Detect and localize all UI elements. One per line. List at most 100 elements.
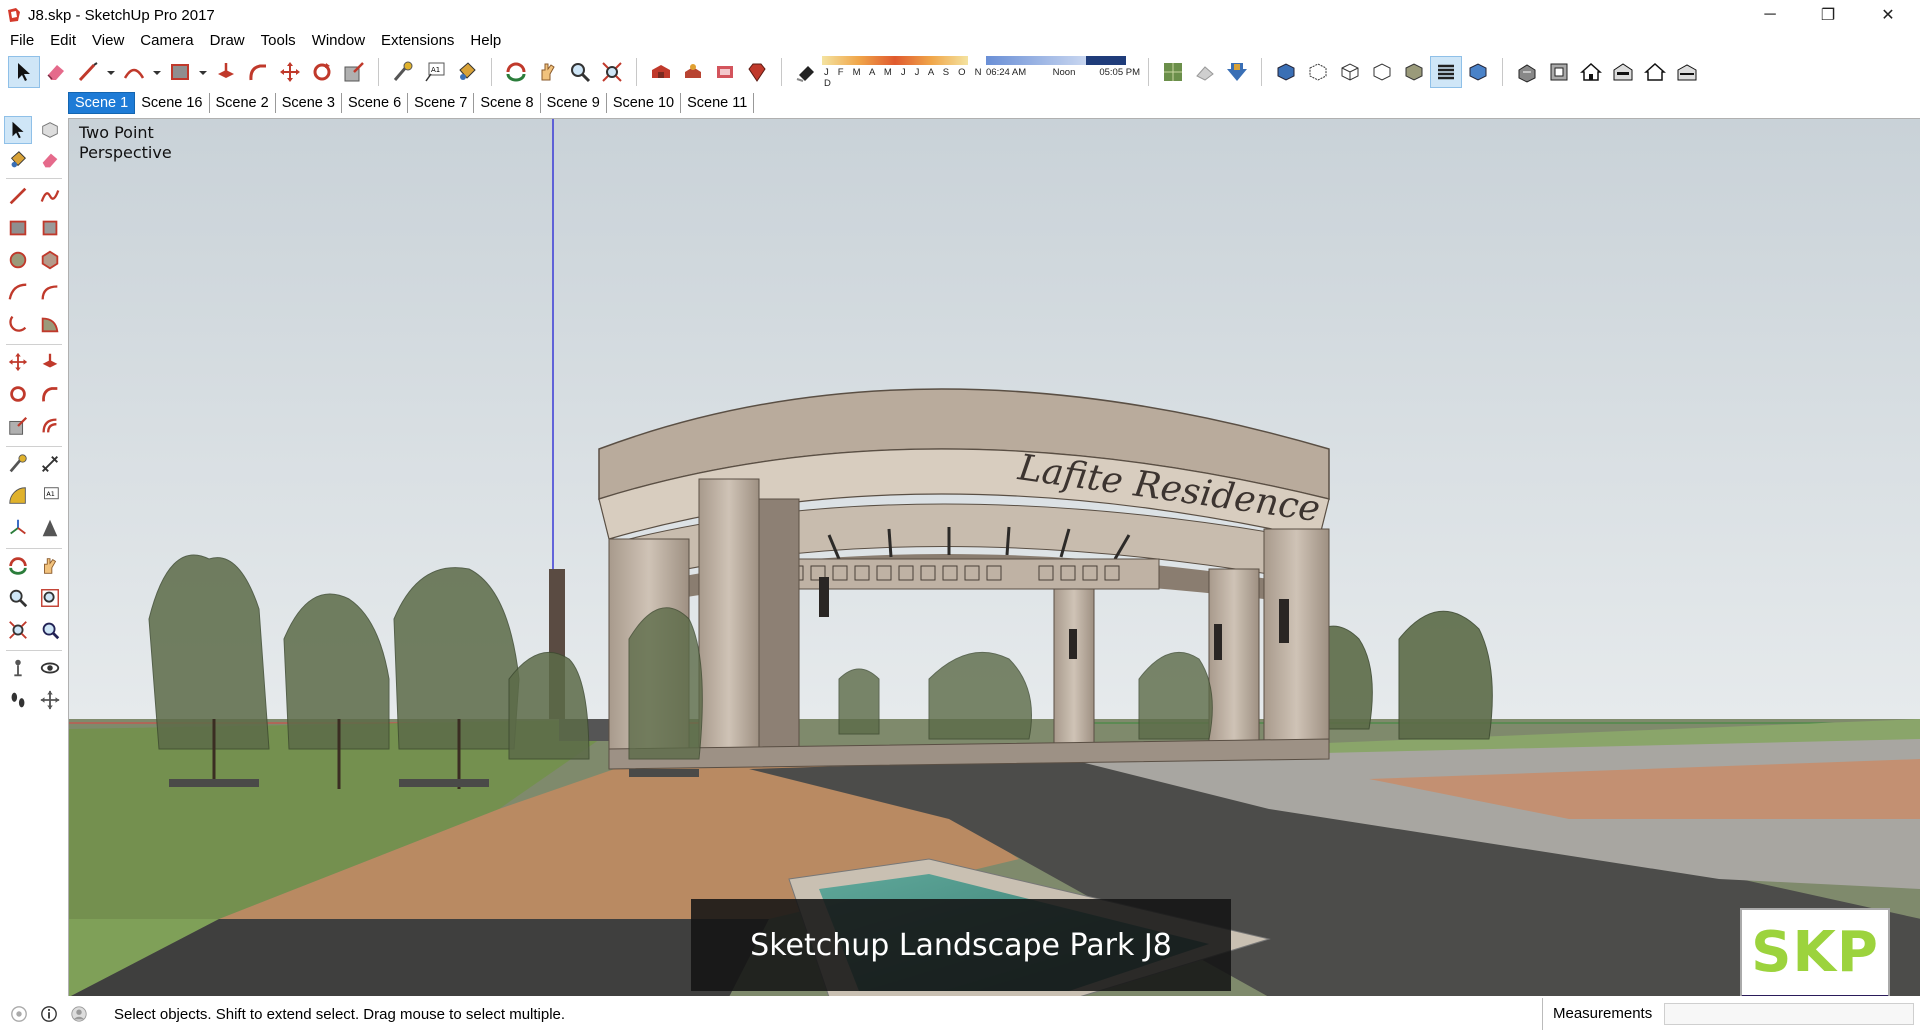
text-tool-icon[interactable]: A1 <box>36 482 64 510</box>
scene-tab-7[interactable]: Scene 7 <box>408 93 475 113</box>
time-slider-end[interactable] <box>1086 55 1126 65</box>
date-slider[interactable] <box>822 55 968 65</box>
zoom-tool-icon[interactable] <box>4 584 32 612</box>
move-tool-icon[interactable] <box>4 348 32 376</box>
wireframe-style-icon[interactable] <box>1334 56 1366 88</box>
shaded-style-icon[interactable] <box>1398 56 1430 88</box>
geo-location-status-icon[interactable] <box>8 1003 30 1025</box>
section-plane-tool-icon[interactable] <box>36 686 64 714</box>
scale-tool-icon[interactable] <box>338 56 370 88</box>
minimize-button[interactable]: ─ <box>1742 0 1798 30</box>
scale-tool-icon[interactable] <box>4 412 32 440</box>
zoom-tool-icon[interactable] <box>564 56 596 88</box>
model-viewport[interactable]: Lafite Residence Two Point Perspective S… <box>68 118 1920 996</box>
look-around-tool-icon[interactable] <box>36 654 64 682</box>
dropdown-arrow-icon[interactable] <box>150 56 164 88</box>
iso-view-icon[interactable] <box>1511 56 1543 88</box>
arc-tool-icon[interactable] <box>4 278 32 306</box>
close-button[interactable]: ✕ <box>1860 0 1916 30</box>
shaded-with-textures-style-icon[interactable] <box>1430 56 1462 88</box>
3d-text-tool-icon[interactable] <box>36 514 64 542</box>
polygon-tool-icon[interactable] <box>36 246 64 274</box>
x-ray-style-icon[interactable] <box>1270 56 1302 88</box>
shadows-toggle-icon[interactable] <box>790 56 822 88</box>
menu-draw[interactable]: Draw <box>202 30 253 52</box>
move-tool-icon[interactable] <box>274 56 306 88</box>
back-view-icon[interactable] <box>1639 56 1671 88</box>
rectangle-tool-icon[interactable] <box>4 214 32 242</box>
pan-tool-icon[interactable] <box>532 56 564 88</box>
paint-bucket-tool-icon[interactable] <box>4 146 32 174</box>
monochrome-style-icon[interactable] <box>1462 56 1494 88</box>
scene-tab-10[interactable]: Scene 10 <box>607 93 682 113</box>
eraser-tool-icon[interactable] <box>40 56 72 88</box>
line-tool-icon[interactable] <box>4 182 32 210</box>
rectangle-tool-icon[interactable] <box>164 56 196 88</box>
credits-info-icon[interactable] <box>38 1003 60 1025</box>
share-component-icon[interactable] <box>677 56 709 88</box>
ruby-extension-icon[interactable] <box>741 56 773 88</box>
restore-button[interactable]: ❐ <box>1800 0 1856 30</box>
menu-tools[interactable]: Tools <box>253 30 304 52</box>
push-pull-tool-icon[interactable] <box>210 56 242 88</box>
make-component-icon[interactable] <box>36 116 64 144</box>
follow-me-tool-icon[interactable] <box>242 56 274 88</box>
dimension-tool-icon[interactable] <box>36 450 64 478</box>
text-tool-icon[interactable]: A1 <box>419 56 451 88</box>
scene-tab-6[interactable]: Scene 6 <box>342 93 409 113</box>
follow-me-tool-icon[interactable] <box>36 380 64 408</box>
user-account-icon[interactable] <box>68 1003 90 1025</box>
measurements-input[interactable] <box>1664 1003 1914 1025</box>
walk-tool-icon[interactable] <box>4 686 32 714</box>
select-tool-icon[interactable] <box>4 116 32 144</box>
push-pull-tool-icon[interactable] <box>36 348 64 376</box>
pan-tool-icon[interactable] <box>36 552 64 580</box>
zoom-extents-tool-icon[interactable] <box>596 56 628 88</box>
photo-texture-icon[interactable] <box>1189 56 1221 88</box>
line-tool-icon[interactable] <box>72 56 104 88</box>
previous-view-icon[interactable] <box>36 616 64 644</box>
paint-bucket-tool-icon[interactable] <box>451 56 483 88</box>
position-camera-tool-icon[interactable] <box>4 654 32 682</box>
circle-tool-icon[interactable] <box>4 246 32 274</box>
rotated-rectangle-tool-icon[interactable] <box>36 214 64 242</box>
3-point-arc-tool-icon[interactable] <box>4 310 32 338</box>
dropdown-arrow-icon[interactable] <box>104 56 118 88</box>
arc-tool-icon[interactable] <box>118 56 150 88</box>
tape-measure-tool-icon[interactable] <box>387 56 419 88</box>
scene-tab-1[interactable]: Scene 1 <box>68 92 136 114</box>
rotate-tool-icon[interactable] <box>4 380 32 408</box>
scene-tab-8[interactable]: Scene 8 <box>474 93 541 113</box>
scene-tab-16[interactable]: Scene 16 <box>135 93 210 113</box>
extension-warehouse-icon[interactable] <box>709 56 741 88</box>
right-view-icon[interactable] <box>1607 56 1639 88</box>
rotate-tool-icon[interactable] <box>306 56 338 88</box>
offset-tool-icon[interactable] <box>36 412 64 440</box>
orbit-tool-icon[interactable] <box>4 552 32 580</box>
add-location-icon[interactable] <box>1221 56 1253 88</box>
time-slider[interactable] <box>986 55 1086 65</box>
menu-edit[interactable]: Edit <box>42 30 84 52</box>
top-view-icon[interactable] <box>1543 56 1575 88</box>
geo-location-icon[interactable] <box>1157 56 1189 88</box>
back-edges-style-icon[interactable] <box>1302 56 1334 88</box>
zoom-extents-tool-icon[interactable] <box>4 616 32 644</box>
3d-warehouse-icon[interactable] <box>645 56 677 88</box>
scene-tab-3[interactable]: Scene 3 <box>276 93 342 113</box>
2-point-arc-tool-icon[interactable] <box>36 278 64 306</box>
menu-camera[interactable]: Camera <box>132 30 201 52</box>
scene-tab-9[interactable]: Scene 9 <box>541 93 607 113</box>
pie-tool-icon[interactable] <box>36 310 64 338</box>
eraser-tool-icon[interactable] <box>36 146 64 174</box>
menu-window[interactable]: Window <box>304 30 373 52</box>
menu-view[interactable]: View <box>84 30 132 52</box>
select-tool-icon[interactable] <box>8 56 40 88</box>
protractor-tool-icon[interactable] <box>4 482 32 510</box>
menu-file[interactable]: File <box>2 30 42 52</box>
scene-tab-2[interactable]: Scene 2 <box>210 93 276 113</box>
hidden-line-style-icon[interactable] <box>1366 56 1398 88</box>
zoom-window-tool-icon[interactable] <box>36 584 64 612</box>
tape-measure-tool-icon[interactable] <box>4 450 32 478</box>
left-view-icon[interactable] <box>1671 56 1703 88</box>
orbit-tool-icon[interactable] <box>500 56 532 88</box>
